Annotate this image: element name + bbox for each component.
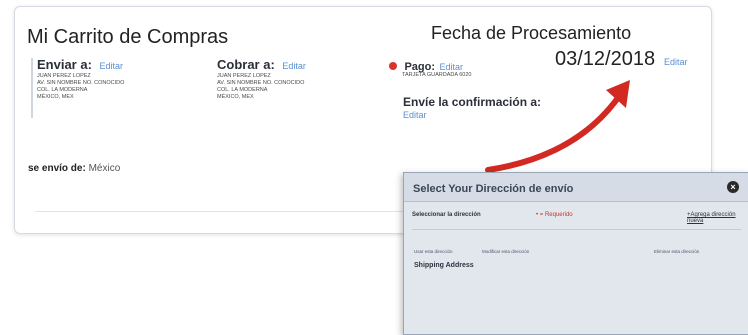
edit-address-link[interactable]: Modificar esta dirección	[482, 249, 529, 254]
modal-header: Select Your Dirección de envío ×	[404, 173, 748, 202]
processing-date: 03/12/2018	[555, 48, 656, 70]
ship-to-label: Enviar a:	[37, 57, 92, 72]
required-note: • = Requerido	[536, 212, 573, 218]
edit-date-link[interactable]: Editar	[664, 57, 688, 67]
shipped-from: se envío de: México	[28, 163, 120, 174]
shipping-address-modal: Select Your Dirección de envío × Selecci…	[403, 172, 748, 335]
edit-confirmation-link[interactable]: Editar	[403, 110, 427, 120]
modal-title: Select Your Dirección de envío	[413, 183, 574, 195]
address-line: JUAN PEREZ LOPEZ	[37, 73, 91, 79]
bill-to-address: JUAN PEREZ LOPEZ AV. SIN NOMBRE No. CONO…	[217, 73, 306, 101]
bill-to-label: Cobrar a:	[217, 57, 275, 72]
address-line: MÉXICO, MEX	[37, 94, 74, 100]
page-title: Mi Carrito de Compras	[27, 26, 229, 48]
delete-address-link[interactable]: Eliminar esta dirección	[654, 249, 699, 254]
use-address-link[interactable]: Usar esta dirección	[414, 249, 453, 254]
edit-ship-to-link[interactable]: Editar	[100, 61, 124, 71]
address-line: MÉXICO, MEX	[217, 94, 254, 100]
add-address-link[interactable]: +Agrega dirección nueva	[687, 212, 748, 224]
address-line: COL. LA MODERNA	[37, 87, 88, 93]
close-icon[interactable]: ×	[727, 181, 739, 193]
shipping-address-heading: Shipping Address	[414, 262, 474, 269]
select-address-label: Seleccionar la dirección	[412, 212, 481, 218]
shipped-from-label: se envío de:	[28, 163, 86, 174]
modal-divider	[412, 229, 741, 230]
processing-date-title: Fecha de Procesamiento	[431, 23, 632, 43]
payment-status-icon	[389, 62, 397, 70]
bill-to-section: Cobrar a: Editar JUAN PEREZ LOPEZ AV. SI…	[217, 57, 306, 101]
address-line: AV. SIN NOMBRE No. CONOCIDO	[37, 80, 125, 86]
shipped-from-value: México	[88, 163, 121, 174]
address-line: JUAN PEREZ LOPEZ	[217, 73, 271, 79]
edit-bill-to-link[interactable]: Editar	[282, 61, 306, 71]
ship-to-address: JUAN PEREZ LOPEZ AV. SIN NOMBRE No. CONO…	[37, 73, 124, 101]
red-arrow-icon	[485, 80, 630, 173]
payment-detail: TARJETA GUARDADA 6020	[402, 72, 472, 78]
edit-payment-link[interactable]: Editar	[439, 62, 463, 72]
ship-to-bar	[31, 58, 33, 118]
ship-to-section: Enviar a: Editar JUAN PEREZ LOPEZ AV. SI…	[37, 57, 124, 101]
address-line: COL. LA MODERNA	[217, 87, 268, 93]
address-line: AV. SIN NOMBRE No. CONOCIDO	[217, 80, 305, 86]
